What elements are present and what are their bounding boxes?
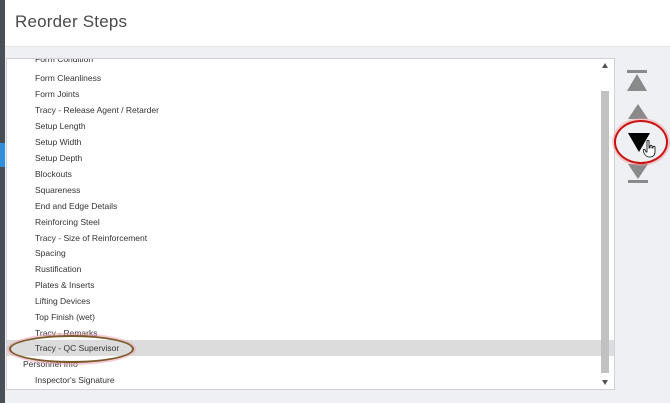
list-item[interactable]: Setup Length bbox=[7, 118, 614, 134]
list-item-label: Setup Width bbox=[35, 137, 82, 147]
move-to-top-button[interactable] bbox=[626, 70, 648, 94]
move-down-button[interactable] bbox=[628, 133, 650, 153]
list-item[interactable]: End and Edge Details bbox=[7, 198, 614, 214]
scroll-down-arrow-icon[interactable] bbox=[602, 380, 608, 385]
steps-list[interactable]: Form Condition Form Cleanliness Form Joint… bbox=[6, 58, 615, 390]
list-item-label: Form Condition bbox=[35, 58, 94, 64]
list-item-label: Setup Depth bbox=[35, 153, 83, 163]
list-item-label: Rustification bbox=[35, 264, 82, 274]
list-scrollbar[interactable] bbox=[600, 63, 610, 385]
move-up-button[interactable] bbox=[628, 104, 648, 120]
list-item-label: Tracy - QC Supervisor bbox=[35, 343, 120, 353]
move-down-icon bbox=[628, 133, 650, 152]
list-item[interactable]: Tracy - Size of Reinforcement bbox=[7, 230, 614, 246]
list-item-label: Tracy - Size of Reinforcement bbox=[35, 233, 148, 243]
list-item-label: Tracy - Remarks bbox=[35, 328, 98, 338]
list-item[interactable]: Form Joints bbox=[7, 86, 614, 102]
scrollbar-thumb[interactable] bbox=[601, 91, 609, 373]
list-item-label: Lifting Devices bbox=[35, 296, 91, 306]
list-item-label: Plates & Inserts bbox=[35, 280, 95, 290]
list-item-label: Reinforcing Steel bbox=[35, 217, 100, 227]
list-item-label: Form Joints bbox=[35, 89, 80, 99]
list-item[interactable]: Personnel Info bbox=[7, 356, 613, 372]
move-to-top-icon bbox=[627, 70, 647, 91]
list-item-label: Tracy - Release Agent / Retarder bbox=[35, 105, 159, 115]
list-item[interactable]: Squareness bbox=[7, 182, 614, 198]
list-item[interactable]: Tracy - Release Agent / Retarder bbox=[7, 102, 614, 118]
list-item-label: Spacing bbox=[35, 248, 66, 258]
move-up-icon bbox=[628, 104, 648, 119]
list-item[interactable]: Tracy - Remarks bbox=[7, 325, 614, 341]
list-item[interactable]: Rustification bbox=[7, 261, 614, 277]
list-item-label: Top Finish (wet) bbox=[35, 312, 95, 322]
list-item[interactable]: Top Finish (wet) bbox=[7, 309, 614, 325]
list-item-label: Blockouts bbox=[35, 169, 72, 179]
list-item[interactable]: Inspector's Signature bbox=[7, 372, 614, 388]
list-item-label: Setup Length bbox=[35, 121, 86, 131]
list-item[interactable]: Form Cleanliness bbox=[7, 70, 614, 86]
scroll-up-arrow-icon[interactable] bbox=[602, 63, 608, 68]
dialog-title: Reorder Steps bbox=[15, 12, 128, 31]
list-item[interactable]: Setup Width bbox=[7, 134, 614, 150]
list-item-label: End and Edge Details bbox=[35, 201, 118, 211]
list-item[interactable]: Plates & Inserts bbox=[7, 277, 614, 293]
list-item[interactable]: Setup Depth bbox=[7, 150, 614, 166]
list-item[interactable]: Form Condition bbox=[7, 58, 614, 67]
list-item-label: Personnel Info bbox=[23, 359, 78, 369]
list-item[interactable]: Lifting Devices bbox=[7, 293, 614, 309]
list-item-label: Inspector's Signature bbox=[35, 375, 115, 385]
list-item-label: Form Cleanliness bbox=[35, 73, 102, 83]
list-item[interactable]: Spacing bbox=[7, 245, 614, 261]
move-to-bottom-icon bbox=[628, 164, 648, 183]
list-item[interactable]: Blockouts bbox=[7, 166, 614, 182]
list-item-label: Squareness bbox=[35, 185, 81, 195]
list-item[interactable]: Tracy - QC Supervisor bbox=[7, 340, 614, 356]
move-to-bottom-button[interactable] bbox=[628, 164, 648, 184]
dialog-header: Reorder Steps bbox=[5, 0, 670, 47]
list-item[interactable]: Reinforcing Steel bbox=[7, 214, 614, 230]
